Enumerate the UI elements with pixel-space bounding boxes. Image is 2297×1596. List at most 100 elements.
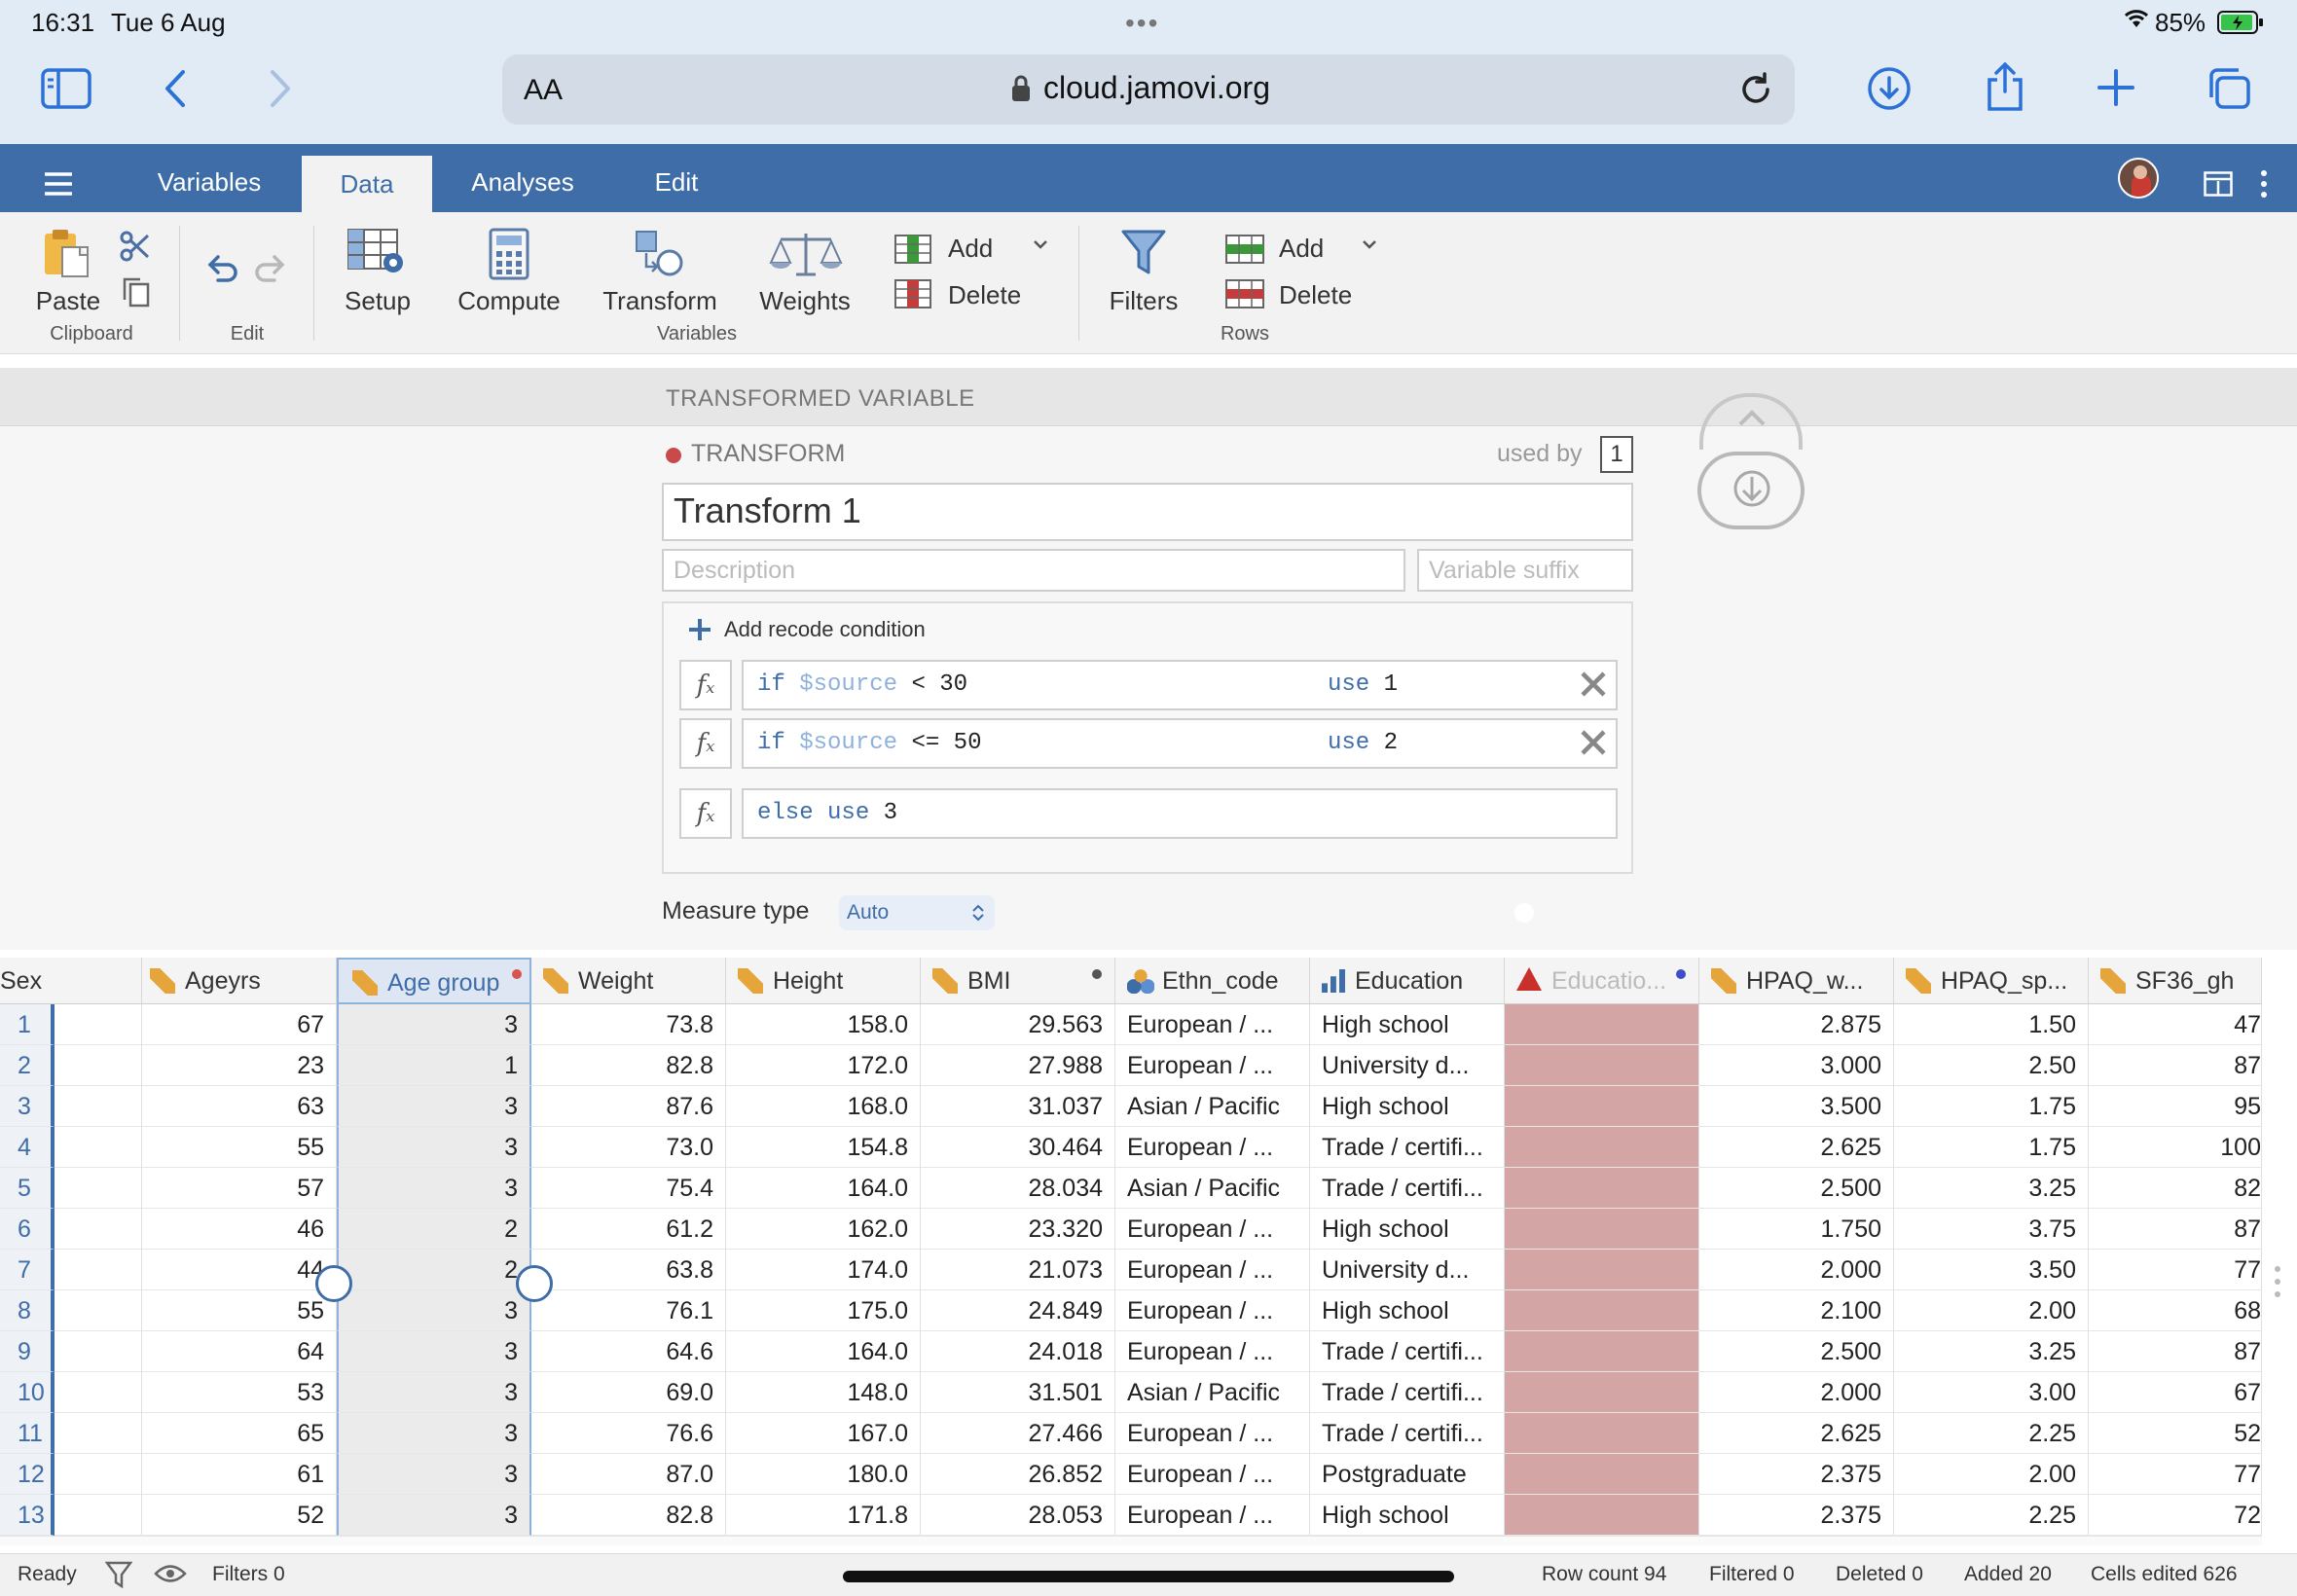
error-cell[interactable] <box>1505 1372 1699 1413</box>
table-cell[interactable]: 23 <box>142 1045 337 1086</box>
table-cell[interactable]: Trade / certifi... <box>1310 1331 1505 1372</box>
delete-variable-button[interactable]: Delete <box>948 280 1021 310</box>
filter-icon[interactable] <box>104 1561 133 1593</box>
table-cell[interactable]: 3 <box>337 1454 531 1495</box>
table-cell[interactable]: 76.1 <box>531 1290 726 1331</box>
table-cell[interactable]: 27.466 <box>921 1413 1115 1454</box>
table-cell[interactable]: 87 <box>2089 1045 2262 1086</box>
table-cell[interactable]: 31.037 <box>921 1086 1115 1127</box>
table-cell[interactable]: 3.00 <box>1894 1372 2089 1413</box>
table-cell[interactable]: University d... <box>1310 1045 1505 1086</box>
table-cell[interactable]: High school <box>1310 1086 1505 1127</box>
row-number[interactable]: 5 <box>0 1168 55 1209</box>
variable-suffix-input[interactable]: Variable suffix <box>1417 549 1633 592</box>
condition-2-input[interactable]: if $source <= 50 <box>742 718 1618 769</box>
selection-handle-left[interactable] <box>315 1265 352 1302</box>
table-cell[interactable]: Asian / Pacific <box>1115 1168 1310 1209</box>
chevron-down-icon[interactable] <box>1361 237 1378 256</box>
add-recode-condition-button[interactable]: Add recode condition <box>724 617 926 642</box>
error-cell[interactable] <box>1505 1454 1699 1495</box>
table-cell[interactable]: 2.375 <box>1699 1454 1894 1495</box>
table-cell[interactable]: 2.25 <box>1894 1413 2089 1454</box>
table-cell[interactable]: 3.500 <box>1699 1086 1894 1127</box>
row-number[interactable]: 9 <box>0 1331 55 1372</box>
add-row-button[interactable]: Add <box>1279 234 1324 264</box>
else-condition-input[interactable]: else use 3 <box>742 788 1618 839</box>
tabs-overview-icon[interactable] <box>2206 66 2252 116</box>
table-cell[interactable]: European / ... <box>1115 1004 1310 1045</box>
sidebar-toggle-icon[interactable] <box>41 68 91 114</box>
row-number[interactable]: 4 <box>0 1127 55 1168</box>
table-cell[interactable] <box>55 1086 142 1127</box>
error-cell[interactable] <box>1505 1045 1699 1086</box>
table-cell[interactable] <box>55 1045 142 1086</box>
table-cell[interactable]: Trade / certifi... <box>1310 1413 1505 1454</box>
table-cell[interactable]: 63.8 <box>531 1250 726 1290</box>
table-cell[interactable]: 73.0 <box>531 1127 726 1168</box>
table-cell[interactable]: 87 <box>2089 1331 2262 1372</box>
avatar[interactable] <box>2118 158 2159 199</box>
table-cell[interactable]: 162.0 <box>726 1209 921 1250</box>
table-cell[interactable]: European / ... <box>1115 1495 1310 1536</box>
function-picker-icon[interactable]: 𝑓ₓ <box>679 660 732 710</box>
table-cell[interactable]: 2.875 <box>1699 1004 1894 1045</box>
table-cell[interactable]: 3 <box>337 1290 531 1331</box>
error-cell[interactable] <box>1505 1250 1699 1290</box>
table-cell[interactable]: 26.852 <box>921 1454 1115 1495</box>
table-cell[interactable]: 23.320 <box>921 1209 1115 1250</box>
table-cell[interactable]: 53 <box>142 1372 337 1413</box>
column-header-sf36-gh[interactable]: SF36_gh <box>2089 958 2262 1004</box>
table-cell[interactable]: 3 <box>337 1004 531 1045</box>
table-cell[interactable]: 2.625 <box>1699 1127 1894 1168</box>
function-picker-icon[interactable]: 𝑓ₓ <box>679 718 732 769</box>
table-cell[interactable]: 24.018 <box>921 1331 1115 1372</box>
table-cell[interactable]: European / ... <box>1115 1250 1310 1290</box>
condition-1-input[interactable]: if $source < 30 <box>742 660 1618 710</box>
more-options-icon[interactable] <box>2258 169 2270 203</box>
table-cell[interactable]: 1 <box>337 1045 531 1086</box>
table-cell[interactable]: 2.25 <box>1894 1495 2089 1536</box>
table-cell[interactable]: 46 <box>142 1209 337 1250</box>
table-cell[interactable]: 28.034 <box>921 1168 1115 1209</box>
table-cell[interactable] <box>55 1331 142 1372</box>
table-cell[interactable]: 28.053 <box>921 1495 1115 1536</box>
table-cell[interactable]: 2.500 <box>1699 1168 1894 1209</box>
table-cell[interactable]: Trade / certifi... <box>1310 1127 1505 1168</box>
table-cell[interactable]: 174.0 <box>726 1250 921 1290</box>
table-cell[interactable]: 64 <box>142 1331 337 1372</box>
table-cell[interactable]: 2.500 <box>1699 1331 1894 1372</box>
row-number[interactable]: 12 <box>0 1454 55 1495</box>
table-cell[interactable]: 3.75 <box>1894 1209 2089 1250</box>
table-cell[interactable]: 158.0 <box>726 1004 921 1045</box>
layout-toggle-icon[interactable] <box>2204 171 2233 201</box>
tab-variables[interactable]: Variables <box>136 144 282 212</box>
table-cell[interactable]: 1.75 <box>1894 1127 2089 1168</box>
table-cell[interactable]: 44 <box>142 1250 337 1290</box>
table-cell[interactable]: 3 <box>337 1331 531 1372</box>
table-cell[interactable]: 63 <box>142 1086 337 1127</box>
column-header-height[interactable]: Height <box>726 958 921 1004</box>
table-cell[interactable]: 67 <box>142 1004 337 1045</box>
column-header-weight[interactable]: Weight <box>531 958 726 1004</box>
column-header-hpaq-sp[interactable]: HPAQ_sp... <box>1894 958 2089 1004</box>
table-cell[interactable]: 82 <box>2089 1168 2262 1209</box>
table-cell[interactable]: 3 <box>337 1168 531 1209</box>
table-cell[interactable]: 154.8 <box>726 1127 921 1168</box>
table-cell[interactable]: Trade / certifi... <box>1310 1372 1505 1413</box>
table-cell[interactable] <box>55 1454 142 1495</box>
tab-data[interactable]: Data <box>302 156 432 212</box>
back-icon[interactable] <box>162 68 191 114</box>
table-cell[interactable]: 171.8 <box>726 1495 921 1536</box>
table-cell[interactable]: 21.073 <box>921 1250 1115 1290</box>
table-cell[interactable]: European / ... <box>1115 1209 1310 1250</box>
table-cell[interactable]: 52 <box>142 1495 337 1536</box>
table-cell[interactable]: European / ... <box>1115 1454 1310 1495</box>
table-cell[interactable]: 64.6 <box>531 1331 726 1372</box>
table-cell[interactable]: High school <box>1310 1495 1505 1536</box>
table-cell[interactable]: University d... <box>1310 1250 1505 1290</box>
table-cell[interactable]: 2.375 <box>1699 1495 1894 1536</box>
table-cell[interactable]: 168.0 <box>726 1086 921 1127</box>
table-cell[interactable]: 72 <box>2089 1495 2262 1536</box>
row-number[interactable]: 13 <box>0 1495 55 1536</box>
column-header-age-group[interactable]: Age group <box>337 958 531 1004</box>
